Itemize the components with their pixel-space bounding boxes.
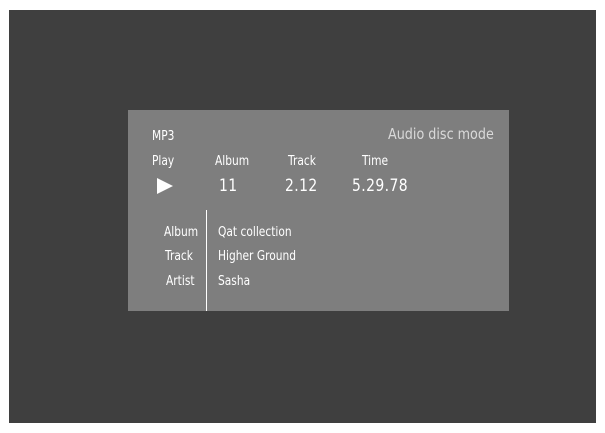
album-number: 11	[219, 176, 238, 196]
elapsed-time: 5.29.78	[352, 176, 409, 196]
info-album-label: Album	[164, 225, 199, 240]
format-label: MP3	[152, 129, 175, 144]
info-track-value: Higher Ground	[218, 249, 297, 264]
track-number: 2.12	[285, 176, 318, 196]
info-artist-label: Artist	[166, 274, 195, 289]
play-header: Play	[152, 154, 175, 169]
info-track-label: Track	[165, 249, 193, 264]
play-icon	[157, 178, 173, 194]
track-header: Track	[288, 154, 316, 169]
info-divider	[206, 210, 207, 311]
info-artist-value: Sasha	[218, 274, 251, 289]
mode-title: Audio disc mode	[388, 125, 494, 143]
time-header: Time	[362, 154, 389, 169]
album-header: Album	[215, 154, 250, 169]
audio-disc-info-panel: MP3 Audio disc mode Play Album Track Tim…	[128, 110, 509, 311]
info-album-value: Qat collection	[218, 225, 292, 240]
